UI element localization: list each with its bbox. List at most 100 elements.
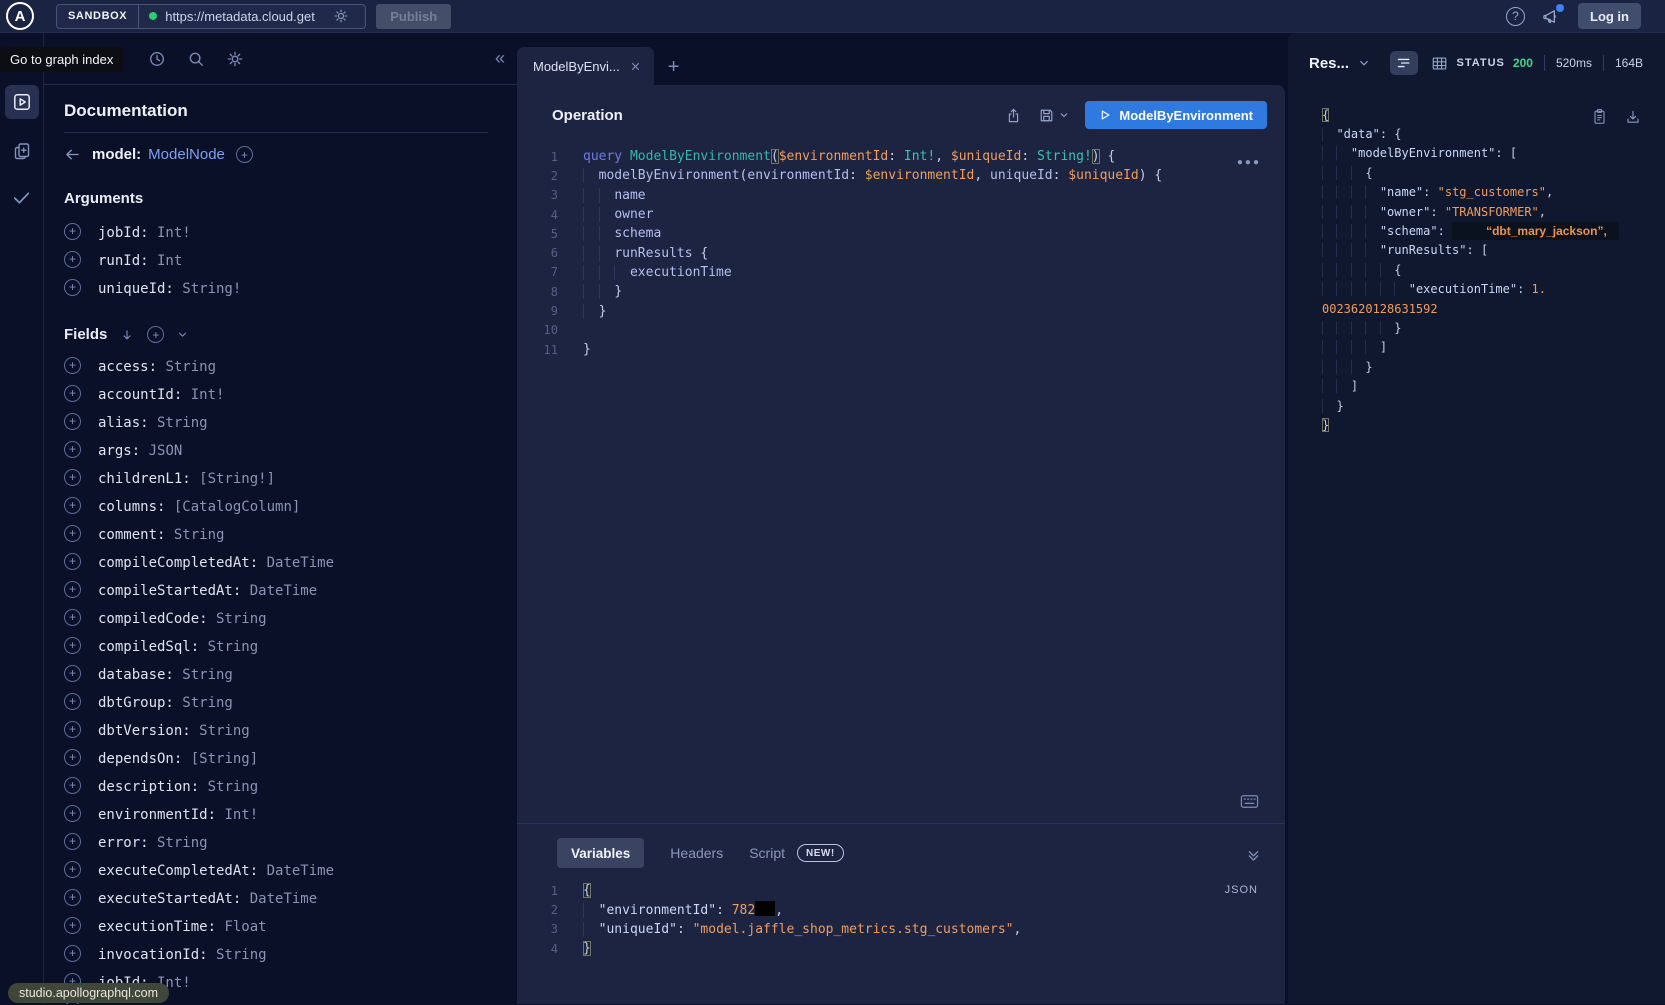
explorer-icon[interactable] bbox=[5, 85, 39, 119]
field-name[interactable]: dependsOn: bbox=[98, 751, 182, 767]
add-to-operation-button[interactable]: + bbox=[64, 945, 81, 962]
login-button[interactable]: Log in bbox=[1578, 3, 1641, 29]
add-to-operation-button[interactable]: + bbox=[64, 357, 81, 374]
field-name[interactable]: comment: bbox=[98, 527, 165, 543]
field-name[interactable]: invocationId: bbox=[98, 947, 208, 963]
apollo-logo[interactable]: A bbox=[6, 2, 34, 30]
field-name[interactable]: executeStartedAt: bbox=[98, 891, 241, 907]
add-to-operation-button[interactable]: + bbox=[64, 469, 81, 486]
search-icon[interactable] bbox=[187, 50, 205, 68]
close-tab-icon[interactable] bbox=[630, 61, 641, 72]
add-to-operation-button[interactable]: + bbox=[64, 637, 81, 654]
collections-icon[interactable] bbox=[12, 141, 32, 161]
field-name[interactable]: dbtGroup: bbox=[98, 695, 174, 711]
fields-options-chevron-icon[interactable] bbox=[177, 329, 188, 340]
field-type[interactable]: DateTime bbox=[241, 891, 317, 907]
breadcrumb-type-link[interactable]: ModelNode bbox=[148, 146, 225, 163]
field-name[interactable]: database: bbox=[98, 667, 174, 683]
field-type[interactable]: String bbox=[199, 779, 258, 795]
add-to-operation-button[interactable]: + bbox=[64, 385, 81, 402]
response-title-chevron-icon[interactable] bbox=[1358, 57, 1370, 69]
variables-editor[interactable]: 1{2 "environmentId": 782,3 "uniqueId": "… bbox=[517, 881, 1285, 958]
endpoint-url-input[interactable]: https://metadata.cloud.get bbox=[139, 8, 365, 24]
field-name[interactable]: error: bbox=[98, 835, 149, 851]
field-type[interactable]: [CatalogColumn] bbox=[165, 499, 300, 515]
add-to-operation-button[interactable]: + bbox=[64, 553, 81, 570]
field-type[interactable]: String bbox=[149, 835, 208, 851]
add-to-operation-button[interactable]: + bbox=[64, 777, 81, 794]
add-to-operation-button[interactable]: + bbox=[64, 497, 81, 514]
announcements-megaphone-icon[interactable] bbox=[1542, 7, 1561, 26]
field-name[interactable]: jobId: bbox=[98, 225, 149, 241]
save-operation-control[interactable] bbox=[1038, 107, 1069, 124]
field-name[interactable]: uniqueId: bbox=[98, 281, 174, 297]
add-to-operation-button[interactable]: + bbox=[64, 805, 81, 822]
add-to-operation-button[interactable]: + bbox=[64, 413, 81, 430]
field-type[interactable]: Float bbox=[216, 919, 267, 935]
field-name[interactable]: compiledCode: bbox=[98, 611, 208, 627]
download-response-icon[interactable] bbox=[1625, 108, 1641, 125]
field-name[interactable]: description: bbox=[98, 779, 199, 795]
field-type[interactable]: String bbox=[199, 639, 258, 655]
save-floppy-icon[interactable] bbox=[1038, 107, 1055, 124]
field-type[interactable]: Int! bbox=[149, 225, 191, 241]
field-type[interactable]: String bbox=[165, 527, 224, 543]
field-type[interactable]: String bbox=[174, 667, 233, 683]
checks-icon[interactable] bbox=[11, 187, 32, 208]
collapse-variables-chevron-icon[interactable] bbox=[1246, 848, 1261, 863]
field-name[interactable]: accountId: bbox=[98, 387, 182, 403]
field-type[interactable]: Int bbox=[149, 253, 183, 269]
back-arrow-icon[interactable] bbox=[64, 146, 81, 163]
add-to-operation-button[interactable]: + bbox=[64, 917, 81, 934]
field-type[interactable]: String bbox=[149, 415, 208, 431]
add-to-operation-button[interactable]: + bbox=[64, 441, 81, 458]
field-type[interactable]: String bbox=[191, 723, 250, 739]
field-name[interactable]: environmentId: bbox=[98, 807, 216, 823]
field-type[interactable]: [String!] bbox=[191, 471, 275, 487]
field-type[interactable]: Int! bbox=[216, 807, 258, 823]
field-name[interactable]: executeCompletedAt: bbox=[98, 863, 258, 879]
add-to-operation-button[interactable]: + bbox=[64, 693, 81, 710]
save-options-chevron-icon[interactable] bbox=[1059, 110, 1069, 120]
add-to-operation-button[interactable]: + bbox=[64, 279, 81, 296]
add-to-operation-button[interactable]: + bbox=[64, 861, 81, 878]
tab-script[interactable]: Script bbox=[749, 845, 785, 861]
field-name[interactable]: executionTime: bbox=[98, 919, 216, 935]
settings-gear-icon[interactable] bbox=[226, 50, 244, 68]
add-to-operation-button[interactable]: + bbox=[64, 609, 81, 626]
copy-response-icon[interactable] bbox=[1592, 108, 1607, 125]
run-operation-button[interactable]: ModelByEnvironment bbox=[1085, 101, 1267, 129]
add-type-button[interactable]: + bbox=[236, 146, 253, 163]
new-tab-button[interactable]: + bbox=[668, 57, 680, 77]
field-type[interactable]: DateTime bbox=[258, 555, 334, 571]
field-name[interactable]: access: bbox=[98, 359, 157, 375]
keyboard-shortcuts-icon[interactable] bbox=[1240, 794, 1259, 809]
add-all-fields-button[interactable]: + bbox=[147, 326, 164, 343]
field-type[interactable]: String bbox=[208, 611, 267, 627]
field-name[interactable]: dbtVersion: bbox=[98, 723, 191, 739]
field-type[interactable]: String! bbox=[174, 281, 241, 297]
tab-headers[interactable]: Headers bbox=[670, 845, 723, 861]
add-to-operation-button[interactable]: + bbox=[64, 721, 81, 738]
add-to-operation-button[interactable]: + bbox=[64, 525, 81, 542]
field-type[interactable]: Int! bbox=[182, 387, 224, 403]
add-to-operation-button[interactable]: + bbox=[64, 251, 81, 268]
add-to-operation-button[interactable]: + bbox=[64, 889, 81, 906]
field-type[interactable]: JSON bbox=[140, 443, 182, 459]
field-type[interactable]: String bbox=[208, 947, 267, 963]
editor-more-menu-icon[interactable]: ●●● bbox=[1237, 157, 1261, 168]
operation-tab[interactable]: ModelByEnvi... bbox=[517, 47, 654, 85]
query-editor[interactable]: ●●● 1query ModelByEnvironment($environme… bbox=[517, 145, 1285, 823]
add-to-operation-button[interactable]: + bbox=[64, 665, 81, 682]
field-name[interactable]: childrenL1: bbox=[98, 471, 191, 487]
tree-view-button[interactable] bbox=[1390, 51, 1418, 75]
table-view-button[interactable] bbox=[1431, 56, 1448, 71]
add-to-operation-button[interactable]: + bbox=[64, 581, 81, 598]
add-to-operation-button[interactable]: + bbox=[64, 749, 81, 766]
field-type[interactable]: [String] bbox=[182, 751, 258, 767]
collapse-panel-icon[interactable]: « bbox=[495, 48, 517, 69]
field-name[interactable]: compileStartedAt: bbox=[98, 583, 241, 599]
field-name[interactable]: args: bbox=[98, 443, 140, 459]
field-name[interactable]: alias: bbox=[98, 415, 149, 431]
field-type[interactable]: String bbox=[241, 1003, 300, 1005]
